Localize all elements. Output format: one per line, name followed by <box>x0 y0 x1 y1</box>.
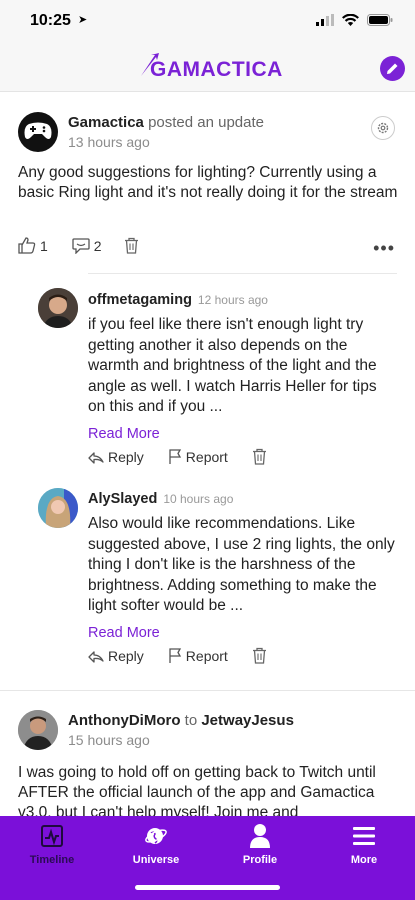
universe-icon <box>145 828 167 844</box>
reply-divider <box>88 273 397 274</box>
post-body: Any good suggestions for lighting? Curre… <box>18 164 398 201</box>
reply-body: Also would like recommendations. Like su… <box>88 515 395 614</box>
ellipsis-icon: ••• <box>373 238 395 258</box>
trash-icon <box>252 647 266 664</box>
thumbs-up-icon <box>18 237 36 254</box>
status-icons <box>316 14 393 26</box>
location-arrow-icon: ➤ <box>78 14 88 26</box>
trash-icon <box>252 448 266 465</box>
post-connector-text: to <box>184 712 198 729</box>
read-more-link[interactable]: Read More <box>88 625 398 641</box>
pencil-icon <box>387 63 398 74</box>
comment-icon <box>72 237 90 254</box>
reply-arrow-icon <box>88 451 104 464</box>
delete-post-button[interactable] <box>124 237 139 254</box>
tab-more[interactable]: More <box>324 822 404 866</box>
delete-reply-button[interactable] <box>252 647 267 664</box>
timeline-icon <box>41 825 63 847</box>
reply-body: if you feel like there isn't enough ligh… <box>88 316 377 415</box>
app-header: GAMACTICA <box>0 44 415 92</box>
flag-icon <box>169 449 181 464</box>
user-photo-icon <box>38 288 78 328</box>
home-indicator <box>135 885 280 890</box>
trash-icon <box>124 237 138 254</box>
post-body: I was going to hold off on getting back … <box>18 764 376 816</box>
report-label: Report <box>185 647 228 664</box>
menu-icon <box>353 827 375 845</box>
tab-label: Profile <box>242 854 278 866</box>
comment-button[interactable]: 2 <box>72 238 102 254</box>
avatar[interactable] <box>18 112 58 152</box>
activity-feed[interactable]: Gamactica posted an update 13 hours ago … <box>0 92 415 816</box>
reply-button[interactable]: Reply <box>88 648 144 664</box>
post-divider <box>0 690 415 691</box>
user-photo-icon <box>38 488 78 528</box>
reply-author-name[interactable]: AlySlayed <box>88 491 157 507</box>
post-author-name[interactable]: Gamactica <box>68 114 144 131</box>
reply-label: Reply <box>108 647 144 664</box>
flag-icon <box>169 648 181 663</box>
tab-profile[interactable]: Profile <box>220 822 300 866</box>
battery-icon <box>367 14 393 26</box>
compose-button[interactable] <box>380 56 405 81</box>
reply-timestamp: 10 hours ago <box>163 492 234 506</box>
report-label: Report <box>185 448 228 465</box>
post-action-text: posted an update <box>148 114 264 131</box>
reply-label: Reply <box>108 448 144 465</box>
tab-label: Timeline <box>29 854 75 866</box>
tab-timeline[interactable]: Timeline <box>12 822 92 866</box>
status-time: 10:25 <box>30 12 71 29</box>
report-button[interactable]: Report <box>168 648 228 664</box>
reply-actions: Reply Report <box>88 448 267 465</box>
settings-icon <box>377 122 389 134</box>
report-button[interactable]: Report <box>168 449 228 465</box>
tab-label: More <box>350 854 378 866</box>
post-author-line: AnthonyDiMoro to JetwayJesus <box>68 712 294 729</box>
post-options-button[interactable] <box>371 116 395 140</box>
bottom-tab-bar: Timeline Universe Profile More <box>0 816 415 900</box>
user-photo-icon <box>18 710 58 750</box>
delete-reply-button[interactable] <box>252 448 267 465</box>
like-count: 1 <box>40 237 48 254</box>
post-author-line: Gamactica posted an update <box>68 114 264 131</box>
reply-avatar[interactable] <box>38 488 78 528</box>
like-button[interactable]: 1 <box>18 237 48 254</box>
wifi-icon <box>342 14 359 26</box>
comment-count: 2 <box>93 237 102 254</box>
tab-label: Universe <box>132 854 180 866</box>
post-actions: 1 2 <box>18 237 139 254</box>
reply-button[interactable]: Reply <box>88 449 144 465</box>
tab-universe[interactable]: Universe <box>116 822 196 866</box>
post-timestamp: 13 hours ago <box>68 134 150 150</box>
more-options-button[interactable]: ••• <box>373 238 395 259</box>
profile-icon <box>250 824 270 848</box>
reply-timestamp: 12 hours ago <box>197 293 268 307</box>
reply-item: AlySlayed 10 hours ago Also would like re… <box>88 490 398 641</box>
gamepad-logo-icon <box>24 122 52 139</box>
status-bar: 10:25 ➤ <box>0 0 415 44</box>
post-author-name[interactable]: AnthonyDiMoro <box>68 712 180 729</box>
avatar[interactable] <box>18 710 58 750</box>
reply-actions: Reply Report <box>88 647 267 664</box>
signal-icon <box>316 14 334 26</box>
reply-arrow-icon <box>88 650 104 663</box>
read-more-link[interactable]: Read More <box>88 426 398 442</box>
post-recipient-name[interactable]: JetwayJesus <box>201 712 294 729</box>
post-timestamp: 15 hours ago <box>68 732 150 748</box>
app-logo: GAMACTICA <box>150 58 283 81</box>
reply-author-name[interactable]: offmetagaming <box>88 292 192 308</box>
reply-avatar[interactable] <box>38 288 78 328</box>
reply-item: offmetagaming 12 hours ago if you feel li… <box>88 291 398 442</box>
